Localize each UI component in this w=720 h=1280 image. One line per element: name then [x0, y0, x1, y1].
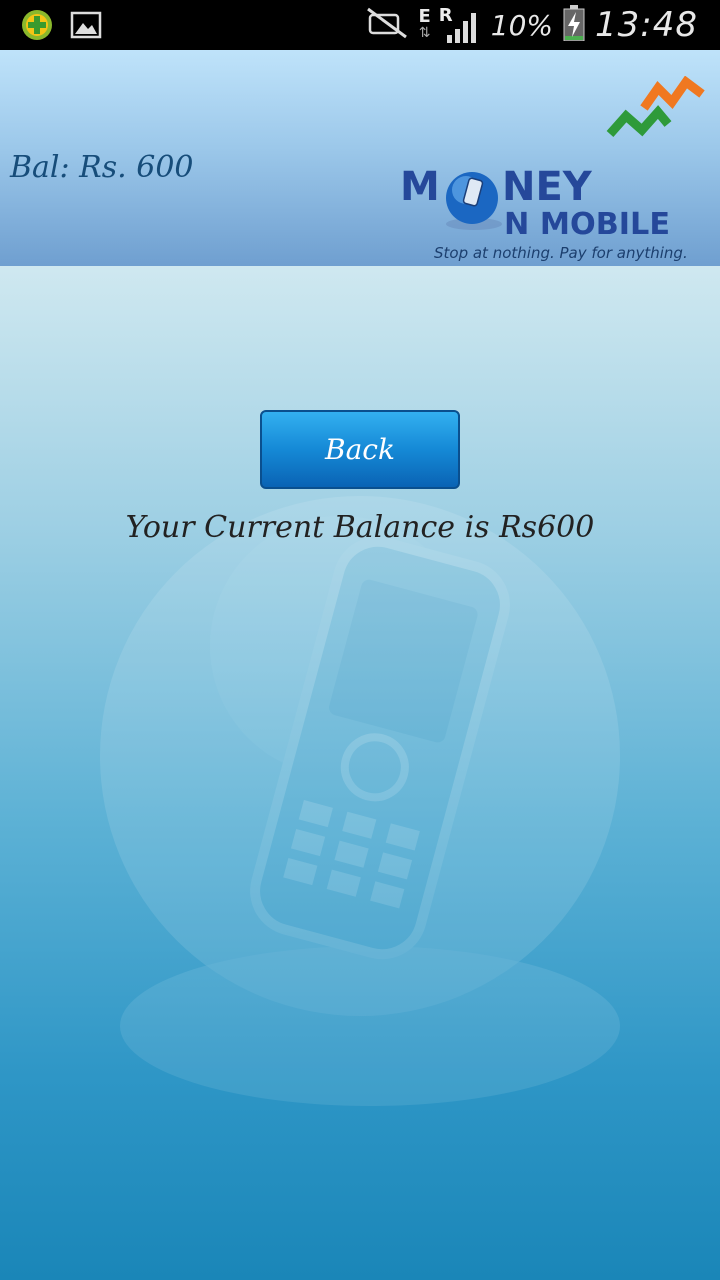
current-balance-message: Your Current Balance is Rs600 — [125, 510, 595, 545]
status-bar: E ⇅ R 10% 13:48 — [0, 0, 720, 50]
app-plus-icon — [20, 8, 54, 46]
phone-globe-watermark — [100, 496, 620, 1106]
svg-text:M: M — [400, 164, 440, 210]
data-arrows-icon: E ⇅ — [418, 6, 431, 42]
back-button[interactable]: Back — [260, 410, 460, 489]
image-icon — [70, 10, 102, 44]
battery-percent: 10% — [490, 8, 554, 42]
signal-icon: R — [439, 5, 481, 43]
battery-charging-icon — [563, 5, 585, 45]
svg-text:NEY: NEY — [502, 164, 593, 210]
clock: 13:48 — [595, 5, 698, 45]
main-content: Back Your Current Balance is Rs600 — [0, 266, 720, 1280]
app-header: Bal: Rs. 600 M NEY N MOBILE Stop at noth… — [0, 50, 720, 266]
logo-tagline: Stop at nothing. Pay for anything. — [434, 244, 688, 262]
svg-text:N MOBILE: N MOBILE — [504, 207, 670, 242]
balance-label: Bal: Rs. 600 — [10, 150, 194, 185]
mute-icon — [366, 7, 408, 43]
money-on-mobile-logo: M NEY N MOBILE Stop at nothing. Pay for … — [396, 75, 712, 262]
